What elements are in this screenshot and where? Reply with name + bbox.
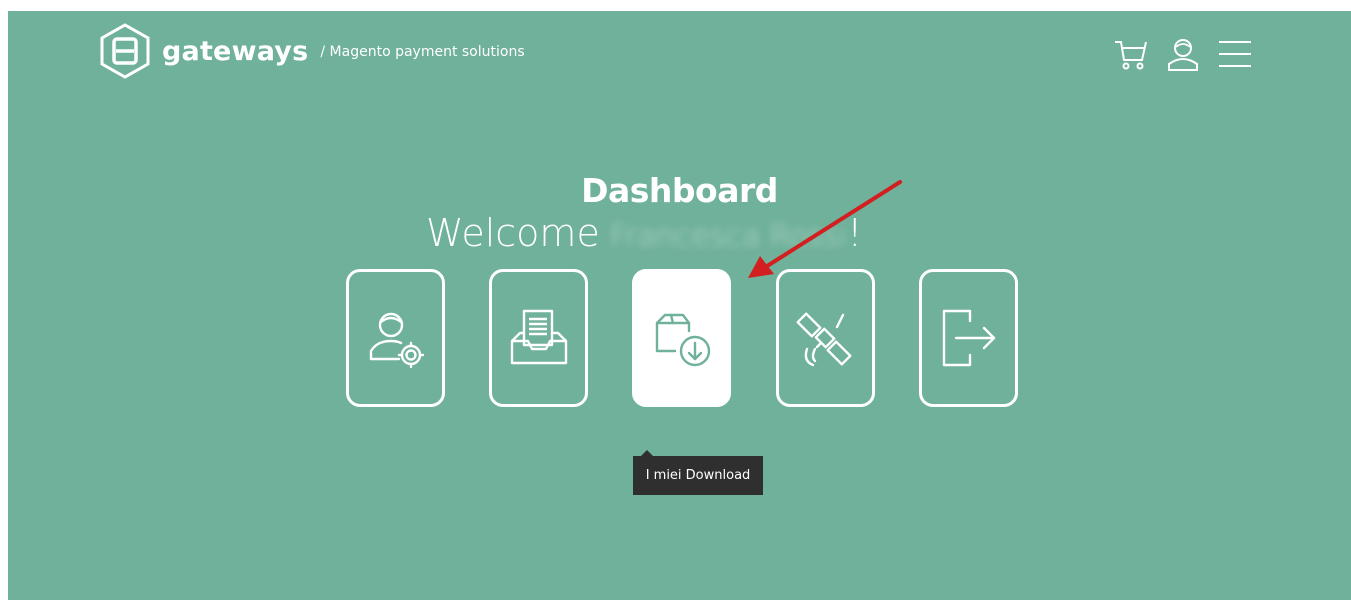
welcome-prefix: Welcome <box>426 211 600 255</box>
satellite-icon <box>795 312 852 367</box>
menu-icon[interactable] <box>1215 36 1255 72</box>
tile-logout[interactable] <box>919 269 1018 407</box>
package-download-icon <box>655 313 710 367</box>
page-background: gateways / Magento payment solutions Das <box>8 11 1351 600</box>
tooltip-my-downloads: I miei Download <box>633 450 763 495</box>
logo[interactable]: gateways / Magento payment solutions <box>96 22 525 80</box>
user-icon[interactable] <box>1163 36 1203 72</box>
tile-my-downloads[interactable] <box>632 269 731 407</box>
brand-name: gateways <box>162 35 309 67</box>
header-actions <box>1111 36 1267 72</box>
annotation-arrow-icon <box>748 180 902 278</box>
brand-tagline: / Magento payment solutions <box>320 44 525 60</box>
logo-hexagon-icon <box>100 23 150 79</box>
header: gateways / Magento payment solutions <box>8 11 1351 91</box>
tile-documents[interactable] <box>489 269 588 407</box>
cart-icon[interactable] <box>1111 36 1151 72</box>
tile-account-settings[interactable] <box>346 269 445 407</box>
tile-satellite[interactable] <box>776 269 875 407</box>
dashboard-tiles <box>346 269 1026 411</box>
page-title: Dashboard <box>581 171 778 210</box>
logout-icon <box>942 309 995 367</box>
inbox-document-icon <box>510 309 567 365</box>
user-settings-icon <box>369 312 424 369</box>
